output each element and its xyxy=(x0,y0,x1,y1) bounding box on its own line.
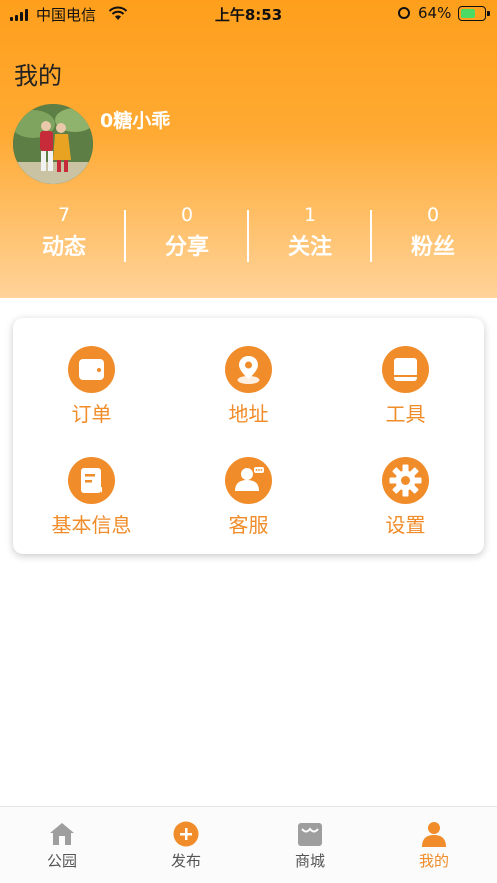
menu-item-label: 工具 xyxy=(385,402,426,426)
username[interactable]: 0糖小乖 xyxy=(100,106,170,133)
location-icon xyxy=(225,346,272,393)
rotation-lock-icon xyxy=(398,7,410,19)
stat-posts[interactable]: 7 动态 xyxy=(2,200,126,266)
stat-following[interactable]: 1 关注 xyxy=(248,200,372,266)
stat-label: 粉丝 xyxy=(410,235,455,260)
avatar-image xyxy=(13,104,93,184)
tab-label: 公园 xyxy=(46,852,77,870)
tab-label: 发布 xyxy=(170,852,201,870)
stat-count: 0 xyxy=(180,204,194,226)
menu-item-tools[interactable]: 工具 xyxy=(327,346,484,442)
status-bar: 中国电信 上午8:53 64% xyxy=(0,0,497,28)
menu-card: 订单 地址 工具 基本信息 客服 设置 xyxy=(13,318,484,554)
profile-stats: 7 动态 0 分享 1 关注 0 粉丝 xyxy=(0,200,497,270)
menu-item-label: 订单 xyxy=(71,402,112,426)
page-title: 我的 xyxy=(14,62,62,90)
customer-service-icon xyxy=(225,457,272,504)
tab-publish[interactable]: 发布 xyxy=(124,807,248,883)
stat-fans[interactable]: 0 粉丝 xyxy=(371,200,495,266)
home-icon xyxy=(50,823,74,845)
menu-item-label: 地址 xyxy=(228,402,269,426)
avatar[interactable] xyxy=(13,104,93,184)
battery-icon xyxy=(458,6,490,21)
menu-item-label: 客服 xyxy=(228,513,269,537)
menu-item-customer-service[interactable]: 客服 xyxy=(170,457,327,553)
battery-percent: 64% xyxy=(418,4,452,22)
stat-count: 1 xyxy=(303,204,317,226)
tab-park[interactable]: 公园 xyxy=(0,807,124,883)
tab-mine[interactable]: 我的 xyxy=(372,807,496,883)
stat-label: 关注 xyxy=(287,235,332,260)
tab-label: 商城 xyxy=(294,852,325,870)
menu-item-basic-info[interactable]: 基本信息 xyxy=(13,457,170,553)
tab-label: 我的 xyxy=(418,852,449,870)
stat-label: 分享 xyxy=(164,235,209,260)
menu-item-label: 基本信息 xyxy=(51,513,132,537)
user-icon xyxy=(422,822,446,847)
menu-item-label: 设置 xyxy=(385,513,426,537)
bottom-tab-bar: 公园 发布 商城 我的 xyxy=(0,806,497,883)
stat-count: 0 xyxy=(426,204,440,226)
gear-icon xyxy=(382,457,429,504)
stat-count: 7 xyxy=(57,204,71,226)
menu-item-address[interactable]: 地址 xyxy=(170,346,327,442)
add-icon xyxy=(173,821,199,847)
shop-icon xyxy=(298,823,322,846)
stat-label: 动态 xyxy=(41,235,86,260)
profile-screen: 中国电信 上午8:53 64% 我的 0糖小乖 7 动态 0 分享 1 关注 0… xyxy=(0,0,497,883)
document-icon xyxy=(68,457,115,504)
tab-shop[interactable]: 商城 xyxy=(248,807,372,883)
toolbox-icon xyxy=(382,346,429,393)
menu-item-settings[interactable]: 设置 xyxy=(327,457,484,553)
wallet-icon xyxy=(68,346,115,393)
menu-item-orders[interactable]: 订单 xyxy=(13,346,170,442)
stat-shares[interactable]: 0 分享 xyxy=(125,200,249,266)
